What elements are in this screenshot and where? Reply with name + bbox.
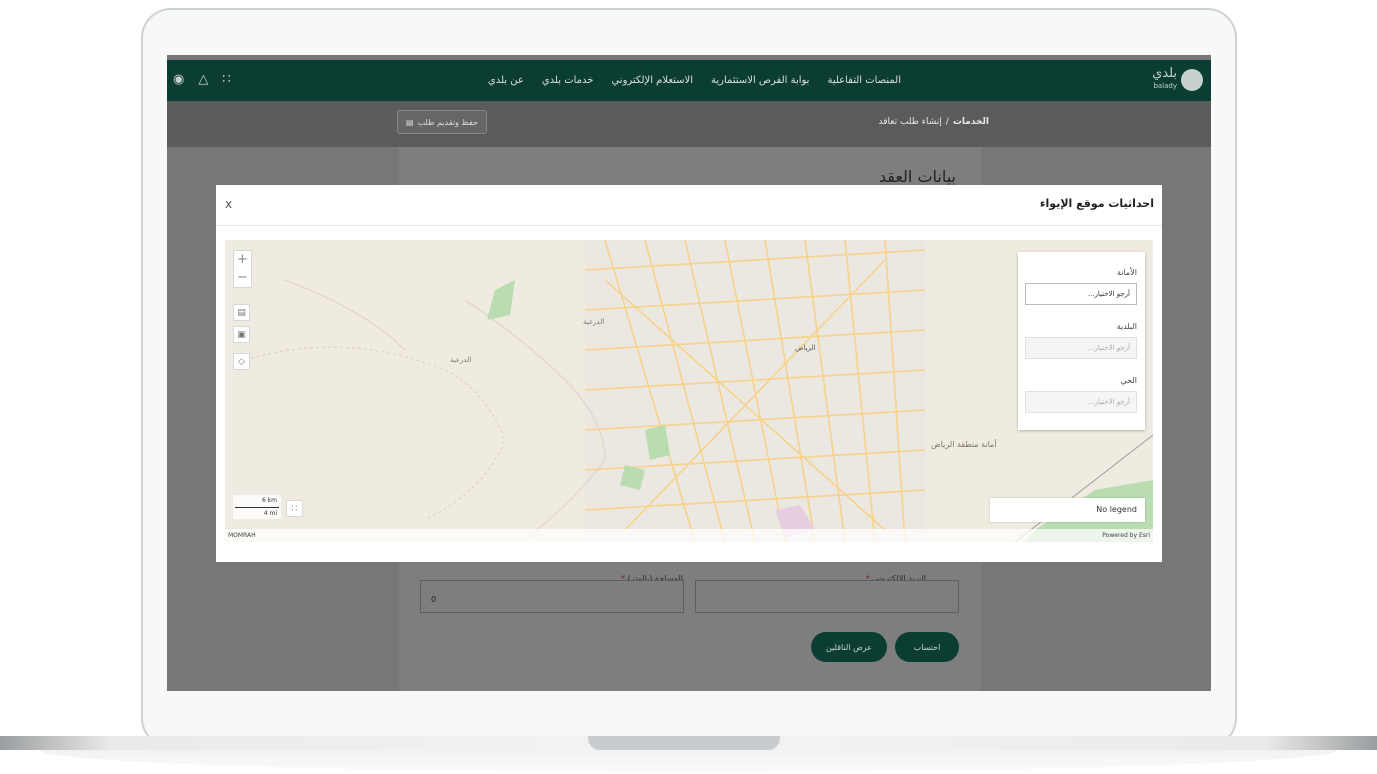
map-attribution: MOMRAH Powered by Esri	[225, 529, 1153, 542]
modal-title: احداثيات موقع الإيواء	[1039, 197, 1154, 210]
scale-km: 6 km	[261, 497, 277, 504]
map-view[interactable]: الدرعية الدرعية الرياض أمانة منطقة الريا…	[225, 240, 1153, 542]
attribution-left: MOMRAH	[228, 532, 256, 539]
amanah-select[interactable]: أرجو الاختيار...	[1025, 283, 1137, 305]
apps-grid-icon[interactable]: ∷	[222, 72, 230, 87]
scale-mi: 4 mi	[263, 510, 277, 517]
nav-item-about[interactable]: عن بلدي	[488, 75, 524, 86]
scale-line	[235, 507, 279, 508]
baladiya-select[interactable]: أرجو الاختيار...	[1025, 337, 1137, 359]
filter-label-amanah: الأمانة	[1116, 268, 1137, 277]
district-select[interactable]: أرجو الاختيار...	[1025, 391, 1137, 413]
attribution-right[interactable]: Powered by Esri	[1102, 532, 1150, 539]
bell-icon[interactable]: △	[198, 72, 208, 87]
save-submit-label: حفظ وتقديم طلب	[417, 117, 478, 127]
zoom-out-icon[interactable]: −	[234, 269, 251, 287]
zoom-control: + −	[233, 250, 252, 288]
grid-icon[interactable]: ∷	[286, 500, 303, 517]
measure-icon[interactable]: ▤	[233, 304, 250, 321]
scale-bar: 6 km 4 mi	[233, 495, 281, 519]
modal-header: احداثيات موقع الإيواء x	[216, 185, 1162, 226]
logo-text: بلدي	[1152, 66, 1177, 81]
nav-item-services[interactable]: خدمات بلدي	[542, 75, 594, 86]
show-workers-button[interactable]: عرض الناقلين	[811, 632, 887, 662]
top-navbar: بلدي balady عن بلدي خدمات بلدي الاستعلام …	[167, 60, 1211, 101]
zoom-in-icon[interactable]: +	[234, 251, 251, 269]
filter-panel: الأمانة أرجو الاختيار... البلدية أرجو ال…	[1018, 252, 1145, 430]
laptop-base	[0, 736, 1377, 774]
close-icon[interactable]: x	[225, 197, 232, 211]
map-label-diriyah-area: الدرعية	[450, 356, 472, 364]
nav-menu: عن بلدي خدمات بلدي الاستعلام الإلكتروني …	[488, 60, 901, 101]
location-modal: احداثيات موقع الإيواء x الدرعية الدرعية …	[216, 185, 1162, 562]
breadcrumb: الخدمات / إنشاء طلب تعاقد	[878, 117, 989, 127]
map-label-riyadh: الرياض	[795, 344, 816, 352]
breadcrumb-separator: /	[945, 117, 949, 127]
nav-item-inquiry[interactable]: الاستعلام الإلكتروني	[611, 75, 693, 86]
breadcrumb-root[interactable]: الخدمات	[953, 117, 989, 127]
laptop-base-curve	[40, 750, 1337, 772]
save-icon: ▤	[406, 117, 414, 127]
layers-icon[interactable]: ◇	[233, 353, 250, 370]
map-basemap	[225, 240, 1153, 542]
email-field[interactable]	[695, 580, 959, 613]
filter-label-district: الحي	[1120, 376, 1138, 385]
breadcrumb-current: إنشاء طلب تعاقد	[878, 117, 942, 127]
map-label-diriyah-town: الدرعية	[583, 318, 605, 326]
logo-subtext: balady	[1153, 82, 1177, 90]
browser-screen: بلدي balady عن بلدي خدمات بلدي الاستعلام …	[167, 55, 1211, 691]
map-label-riyadh-region: أمانة منطقة الرياض	[931, 440, 997, 449]
nav-item-investment[interactable]: بوابة الفرص الاستثمارية	[711, 75, 809, 86]
print-icon[interactable]: ▣	[233, 326, 250, 343]
page-title: بيانات العقد	[878, 167, 956, 186]
laptop-notch	[588, 736, 780, 750]
map-legend: No legend	[990, 498, 1145, 522]
user-icon[interactable]: ◉	[173, 72, 184, 87]
area-field[interactable]: 0	[420, 580, 684, 613]
nav-icons: ◉ △ ∷	[173, 72, 231, 87]
nav-item-platforms[interactable]: المنصات التفاعلية	[827, 75, 901, 86]
calculate-button[interactable]: احتساب	[895, 632, 959, 662]
page-subbar: الخدمات / إنشاء طلب تعاقد ▤ حفظ وتقديم ط…	[167, 101, 1211, 147]
logo-mark-icon	[1181, 69, 1203, 91]
filter-label-baladiya: البلدية	[1116, 322, 1137, 331]
save-submit-button[interactable]: ▤ حفظ وتقديم طلب	[397, 110, 487, 134]
balady-logo[interactable]: بلدي balady	[1152, 66, 1203, 92]
